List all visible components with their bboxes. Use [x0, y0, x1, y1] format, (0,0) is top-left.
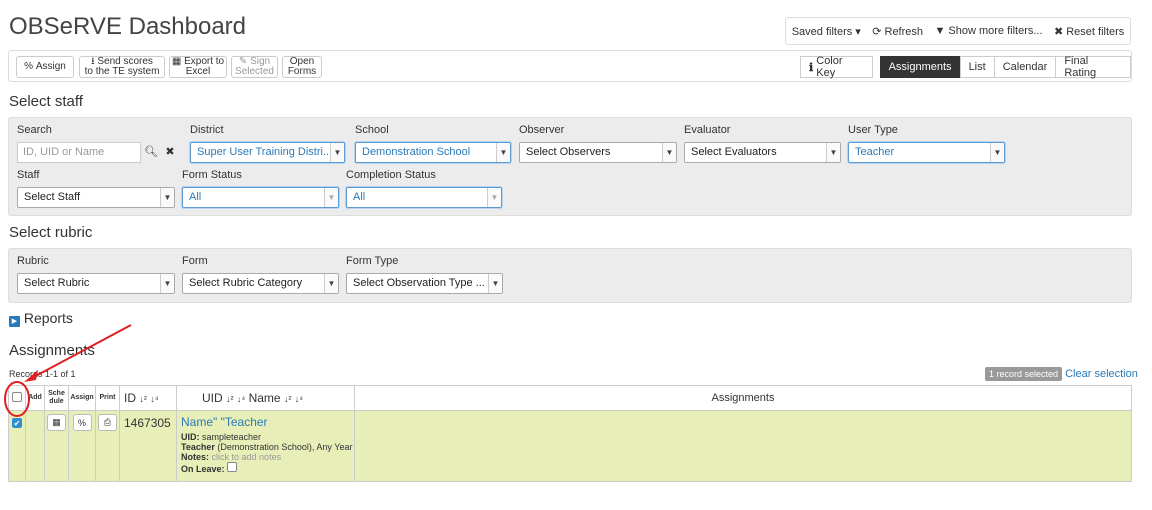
clear-selection-link[interactable]: Clear selection — [1065, 368, 1138, 380]
annotation-arrow-line — [29, 324, 132, 380]
chevron-down-icon: ▼ — [990, 143, 1004, 162]
form-type-label: Form Type — [346, 255, 399, 267]
filter-bar: Saved filters ▾ ⟳ Refresh ▼ Show more fi… — [785, 17, 1131, 45]
sort-desc-icon[interactable]: ↓⁴ — [237, 394, 245, 404]
link-icon: % — [24, 61, 34, 72]
schedule-cell: ▦ — [44, 410, 69, 482]
add-notes-link[interactable]: click to add notes — [212, 452, 282, 462]
table-header-row: Add Sche dule Assign Print ID ↓² ↓⁴ UID ↓… — [8, 385, 1132, 411]
annotation-arrowhead — [24, 370, 38, 382]
annotation-overlay — [4, 324, 132, 417]
school-label: School — [355, 124, 389, 136]
send-scores-button[interactable]: ⭳ Send scores to the TE system — [79, 56, 165, 78]
chevron-down-icon: ▼ — [662, 143, 676, 162]
chevron-down-icon: ▼ — [324, 274, 338, 293]
toolbar: % Assign ⭳ Send scores to the TE system … — [8, 50, 1132, 82]
row-select-cell: ✔ — [8, 410, 26, 482]
tab-final-rating[interactable]: Final Rating — [1055, 55, 1131, 79]
page-title: OBSeRVE Dashboard — [9, 13, 247, 40]
assign-cell: % — [68, 410, 96, 482]
assignments-cell — [354, 410, 1132, 482]
filter-icon: ▼ — [934, 25, 946, 37]
reset-filters-button[interactable]: ✖ Reset filters — [1054, 25, 1124, 38]
table-row: ✔ ▦ % ⎙ 1467305 Name" "Teacher UID: samp… — [8, 410, 1132, 482]
selected-badge: 1 record selected — [985, 367, 1063, 381]
show-more-filters-button[interactable]: ▼ Show more filters... — [934, 25, 1042, 37]
teacher-name-link[interactable]: Name" "Teacher — [181, 415, 354, 429]
rubric-label: Rubric — [17, 255, 49, 267]
evaluator-label: Evaluator — [684, 124, 731, 136]
refresh-button[interactable]: ⟳ Refresh — [872, 25, 923, 38]
info-icon: ℹ — [809, 61, 814, 74]
tab-calendar[interactable]: Calendar — [993, 56, 1057, 78]
chevron-down-icon: ▼ — [488, 274, 502, 293]
form-status-label: Form Status — [182, 169, 242, 181]
tab-list[interactable]: List — [959, 56, 995, 78]
search-input[interactable]: ID, UID or Name — [17, 142, 141, 163]
user-type-label: User Type — [848, 124, 898, 136]
staff-filter-panel: Search ID, UID or Name 🔍︎ ✖ District Sup… — [8, 117, 1132, 216]
on-leave-checkbox[interactable] — [227, 462, 238, 472]
sort-asc-icon[interactable]: ↓² — [226, 394, 234, 404]
sort-asc-icon[interactable]: ↓² — [139, 394, 147, 404]
annotation-circle — [4, 381, 30, 417]
sort-asc-icon[interactable]: ↓² — [284, 394, 292, 404]
search-icon[interactable]: 🔍︎ — [142, 142, 160, 163]
rubric-filter-panel: Rubric Select Rubric ▼ Form Select Rubric… — [8, 248, 1132, 303]
form-status-select[interactable]: All ▼ — [182, 187, 339, 208]
chevron-down-icon: ▼ — [826, 143, 840, 162]
sign-selected-button[interactable]: ✎ Sign Selected — [231, 56, 278, 78]
col-uid-name[interactable]: UID ↓² ↓⁴ Name ↓² ↓⁴ — [176, 385, 355, 411]
color-key-button[interactable]: ℹ Color Key — [800, 55, 873, 79]
staff-label: Staff — [17, 169, 40, 181]
saved-filters-dropdown[interactable]: Saved filters ▾ — [792, 25, 861, 38]
select-staff-heading: Select staff — [9, 93, 83, 110]
assign-button[interactable]: % Assign — [16, 56, 74, 78]
chevron-down-icon: ▼ — [330, 143, 344, 162]
search-label: Search — [17, 124, 52, 136]
sort-desc-icon[interactable]: ↓⁴ — [150, 394, 158, 404]
sort-desc-icon[interactable]: ↓⁴ — [295, 394, 303, 404]
user-type-select[interactable]: Teacher ▼ — [848, 142, 1005, 163]
rubric-select[interactable]: Select Rubric ▼ — [17, 273, 175, 294]
district-label: District — [190, 124, 224, 136]
clear-icon[interactable]: ✖ — [161, 142, 179, 163]
staff-select[interactable]: Select Staff ▼ — [17, 187, 175, 208]
id-cell: 1467305 — [119, 410, 177, 482]
uid-value: sampleteacher — [202, 432, 262, 442]
col-assignments: Assignments — [354, 385, 1132, 411]
open-forms-button[interactable]: Open Forms — [282, 56, 322, 78]
selection-status: 1 record selected Clear selection — [985, 367, 1138, 381]
chevron-down-icon: ▼ — [496, 143, 510, 162]
select-rubric-heading: Select rubric — [9, 224, 93, 241]
refresh-icon: ⟳ — [872, 25, 882, 38]
completion-status-label: Completion Status — [346, 169, 436, 181]
form-label: Form — [182, 255, 208, 267]
observer-select[interactable]: Select Observers ▼ — [519, 142, 677, 163]
chevron-down-icon: ▼ — [160, 274, 174, 293]
chevron-down-icon: ▼ — [324, 188, 338, 207]
chevron-down-icon: ▼ — [160, 188, 174, 207]
print-cell: ⎙ — [95, 410, 120, 482]
chevron-down-icon: ▼ — [487, 188, 501, 207]
add-cell — [25, 410, 45, 482]
table-icon: ▦ — [171, 56, 182, 67]
form-select[interactable]: Select Rubric Category ▼ — [182, 273, 339, 294]
close-icon: ✖ — [1053, 25, 1064, 38]
export-excel-button[interactable]: ▦ Export to Excel — [169, 56, 227, 78]
district-select[interactable]: Super User Training Distri... ▼ — [190, 142, 345, 163]
evaluator-select[interactable]: Select Evaluators ▼ — [684, 142, 841, 163]
form-type-select[interactable]: Select Observation Type ... ▼ — [346, 273, 503, 294]
observer-label: Observer — [519, 124, 565, 136]
uid-name-cell: Name" "Teacher UID: sampleteacher Teache… — [176, 410, 355, 482]
school-select[interactable]: Demonstration School ▼ — [355, 142, 511, 163]
completion-status-select[interactable]: All ▼ — [346, 187, 502, 208]
assignments-table: Add Sche dule Assign Print ID ↓² ↓⁴ UID ↓… — [8, 385, 1132, 482]
tab-assignments[interactable]: Assignments — [879, 56, 961, 78]
